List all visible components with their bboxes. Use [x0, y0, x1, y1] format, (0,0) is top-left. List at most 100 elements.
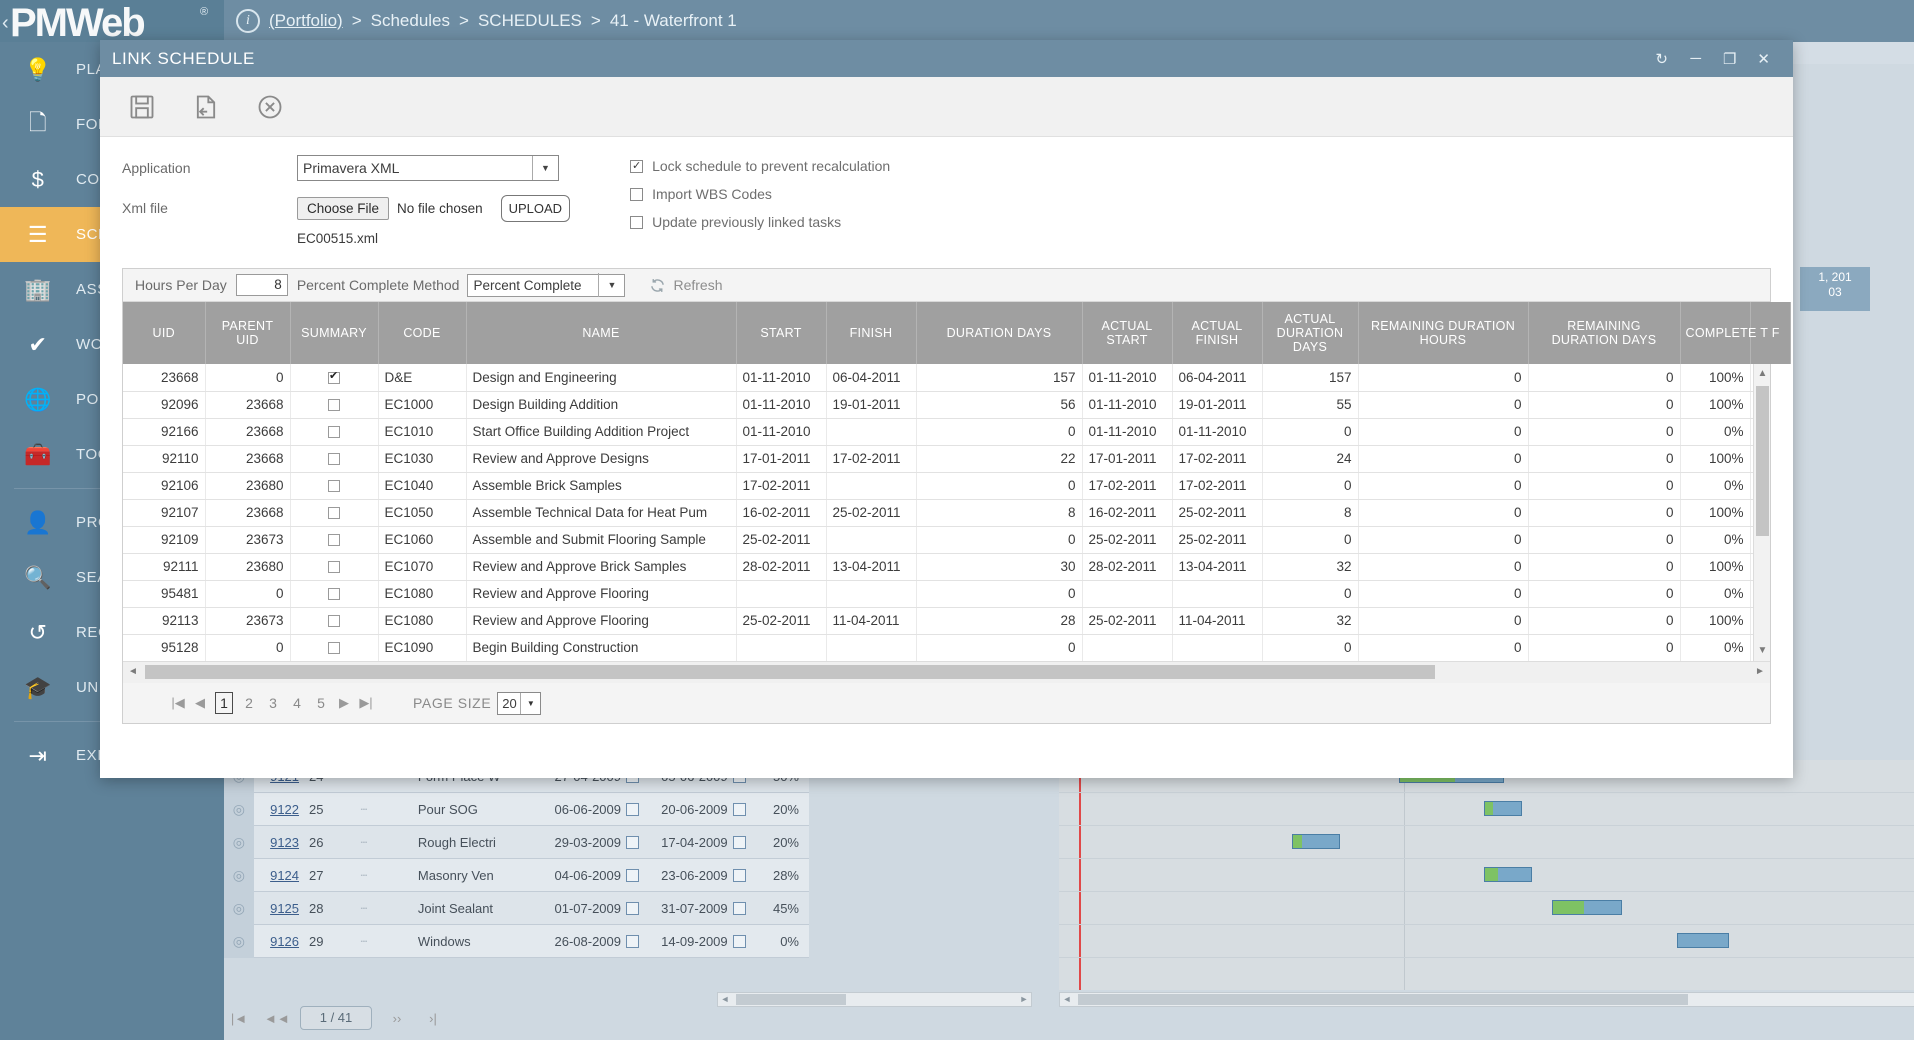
scroll-right-arrow[interactable]: ► — [1017, 993, 1031, 1006]
row-handle-icon[interactable]: ◎ — [224, 793, 254, 826]
gantt-task-row[interactable]: ◎ 9122 25 ┄ Pour SOG 06-06-2009 20-06-20… — [224, 793, 809, 826]
gantt-task-row[interactable]: ◎ 9123 26 ┄ Rough Electri 29-03-2009 17-… — [224, 826, 809, 859]
column-header-finish[interactable]: FINISH — [826, 302, 916, 364]
scroll-left-arrow[interactable]: ◄ — [1060, 993, 1074, 1006]
info-icon[interactable]: i — [236, 9, 260, 33]
bg-first-page-button[interactable]: |◄ — [228, 1011, 250, 1026]
calendar-icon[interactable] — [733, 902, 746, 915]
gantt-task-id[interactable]: 9122 — [254, 802, 305, 817]
last-page-button[interactable]: ▶| — [355, 695, 377, 711]
summary-checkbox[interactable] — [328, 480, 340, 492]
column-header-parent-uid[interactable]: PARENT UID — [205, 302, 290, 364]
row-handle-icon[interactable]: ◎ — [224, 925, 254, 958]
summary-checkbox[interactable] — [328, 399, 340, 411]
gantt-bar[interactable] — [1292, 834, 1340, 849]
column-header-actual-finish[interactable]: ACTUAL FINISH — [1172, 302, 1262, 364]
summary-checkbox[interactable] — [328, 534, 340, 546]
calendar-icon[interactable] — [626, 836, 639, 849]
import-wbs-checkbox[interactable] — [630, 188, 643, 201]
calendar-icon[interactable] — [626, 803, 639, 816]
gantt-bar[interactable] — [1484, 801, 1522, 816]
gantt-left-hscrollbar[interactable]: ◄ ► — [717, 992, 1032, 1007]
gantt-timeline-hscrollbar[interactable]: ◄ ► — [1059, 992, 1914, 1007]
summary-checkbox[interactable] — [328, 561, 340, 573]
summary-checkbox[interactable] — [328, 426, 340, 438]
chevron-down-icon[interactable]: ▼ — [598, 273, 624, 297]
calendar-icon[interactable] — [733, 803, 746, 816]
scroll-down-arrow[interactable]: ▼ — [1754, 641, 1770, 661]
table-row[interactable]: 951280EC1090Begin Building Construction0… — [123, 634, 1770, 661]
column-header-actual-duration-days[interactable]: ACTUAL DURATION DAYS — [1262, 302, 1358, 364]
refresh-icon[interactable]: ↻ — [1645, 50, 1679, 68]
update-linked-option[interactable]: Update previously linked tasks — [630, 214, 890, 230]
column-header-summary[interactable]: SUMMARY — [290, 302, 378, 364]
refresh-button[interactable]: Refresh — [649, 277, 722, 294]
scroll-right-arrow[interactable]: ► — [1750, 662, 1770, 682]
column-header-remaining-duration-hours[interactable]: REMAINING DURATION HOURS — [1358, 302, 1528, 364]
upload-button[interactable]: UPLOAD — [501, 195, 570, 222]
scroll-left-arrow[interactable]: ◄ — [123, 662, 143, 682]
gantt-task-id[interactable]: 9123 — [254, 835, 305, 850]
table-row[interactable]: 9210723668EC1050Assemble Technical Data … — [123, 499, 1770, 526]
summary-checkbox[interactable] — [328, 372, 340, 384]
page-button-1[interactable]: 1 — [215, 692, 233, 714]
cancel-button[interactable] — [244, 85, 296, 129]
summary-checkbox[interactable] — [328, 507, 340, 519]
row-handle-icon[interactable]: ◎ — [224, 859, 254, 892]
percent-method-select[interactable]: Percent Complete ▼ — [467, 274, 625, 297]
close-icon[interactable]: ✕ — [1747, 50, 1781, 68]
scroll-thumb[interactable] — [736, 994, 846, 1005]
scroll-thumb[interactable] — [1756, 386, 1769, 536]
import-wbs-option[interactable]: Import WBS Codes — [630, 186, 890, 202]
gantt-bar[interactable] — [1484, 867, 1532, 882]
grid-vscrollbar[interactable]: ▲ ▼ — [1753, 364, 1770, 661]
calendar-icon[interactable] — [626, 869, 639, 882]
bg-prev-page-button[interactable]: ◄◄ — [264, 1011, 286, 1026]
update-linked-checkbox[interactable] — [630, 216, 643, 229]
table-row[interactable]: 9211323673EC1080Review and Approve Floor… — [123, 607, 1770, 634]
choose-file-button[interactable]: Choose File — [297, 197, 389, 220]
page-button-5[interactable]: 5 — [313, 695, 329, 711]
table-row[interactable]: 9210923673EC1060Assemble and Submit Floo… — [123, 526, 1770, 553]
prev-page-button[interactable]: ◀ — [189, 695, 211, 711]
lock-schedule-checkbox[interactable]: ✓ — [630, 160, 643, 173]
bg-next-page-button[interactable]: ›› — [386, 1011, 408, 1026]
maximize-icon[interactable]: ❐ — [1713, 50, 1747, 68]
table-row[interactable]: 9211123680EC1070Review and Approve Brick… — [123, 553, 1770, 580]
calendar-icon[interactable] — [733, 836, 746, 849]
lock-schedule-option[interactable]: ✓ Lock schedule to prevent recalculation — [630, 158, 890, 174]
next-page-button[interactable]: ▶ — [333, 695, 355, 711]
application-select[interactable]: Primavera XML ▼ — [297, 155, 559, 181]
summary-checkbox[interactable] — [328, 642, 340, 654]
breadcrumb-root[interactable]: (Portfolio) — [269, 11, 343, 31]
bg-last-page-button[interactable]: ›| — [422, 1011, 444, 1026]
column-header-remaining-duration-days[interactable]: REMAINING DURATION DAYS — [1528, 302, 1680, 364]
row-handle-icon[interactable]: ◎ — [224, 892, 254, 925]
gantt-task-row[interactable]: ◎ 9125 28 ┄ Joint Sealant 01-07-2009 31-… — [224, 892, 809, 925]
chevron-down-icon[interactable]: ▼ — [532, 156, 558, 180]
summary-checkbox[interactable] — [328, 453, 340, 465]
logo-area[interactable]: ‹ PMWeb ® — [0, 0, 224, 42]
breadcrumb-item-project[interactable]: 41 - Waterfront 1 — [610, 11, 737, 31]
gantt-task-row[interactable]: ◎ 9126 29 ┄ Windows 26-08-2009 14-09-200… — [224, 925, 809, 958]
summary-checkbox[interactable] — [328, 615, 340, 627]
gantt-task-row[interactable]: ◎ 9124 27 ┄ Masonry Ven 04-06-2009 23-06… — [224, 859, 809, 892]
table-row[interactable]: 9209623668EC1000Design Building Addition… — [123, 391, 1770, 418]
minimize-icon[interactable]: ─ — [1679, 50, 1713, 67]
breadcrumb-item-schedules-list[interactable]: SCHEDULES — [478, 11, 582, 31]
table-row[interactable]: 9216623668EC1010Start Office Building Ad… — [123, 418, 1770, 445]
scroll-thumb[interactable] — [145, 665, 1435, 679]
save-button[interactable] — [116, 85, 168, 129]
column-header-name[interactable]: NAME — [466, 302, 736, 364]
table-row[interactable]: 236680D&EDesign and Engineering01-11-201… — [123, 364, 1770, 391]
column-header-start[interactable]: START — [736, 302, 826, 364]
scroll-left-arrow[interactable]: ◄ — [718, 993, 732, 1006]
page-size-select[interactable]: 20 ▼ — [497, 692, 541, 715]
summary-checkbox[interactable] — [328, 588, 340, 600]
table-row[interactable]: 954810EC1080Review and Approve Flooring0… — [123, 580, 1770, 607]
page-button-3[interactable]: 3 — [265, 695, 281, 711]
column-header-uid[interactable]: UID — [123, 302, 205, 364]
gantt-task-id[interactable]: 9126 — [254, 934, 305, 949]
gantt-bar[interactable] — [1552, 900, 1622, 915]
collapse-chevron-icon[interactable]: ‹ — [2, 12, 9, 35]
